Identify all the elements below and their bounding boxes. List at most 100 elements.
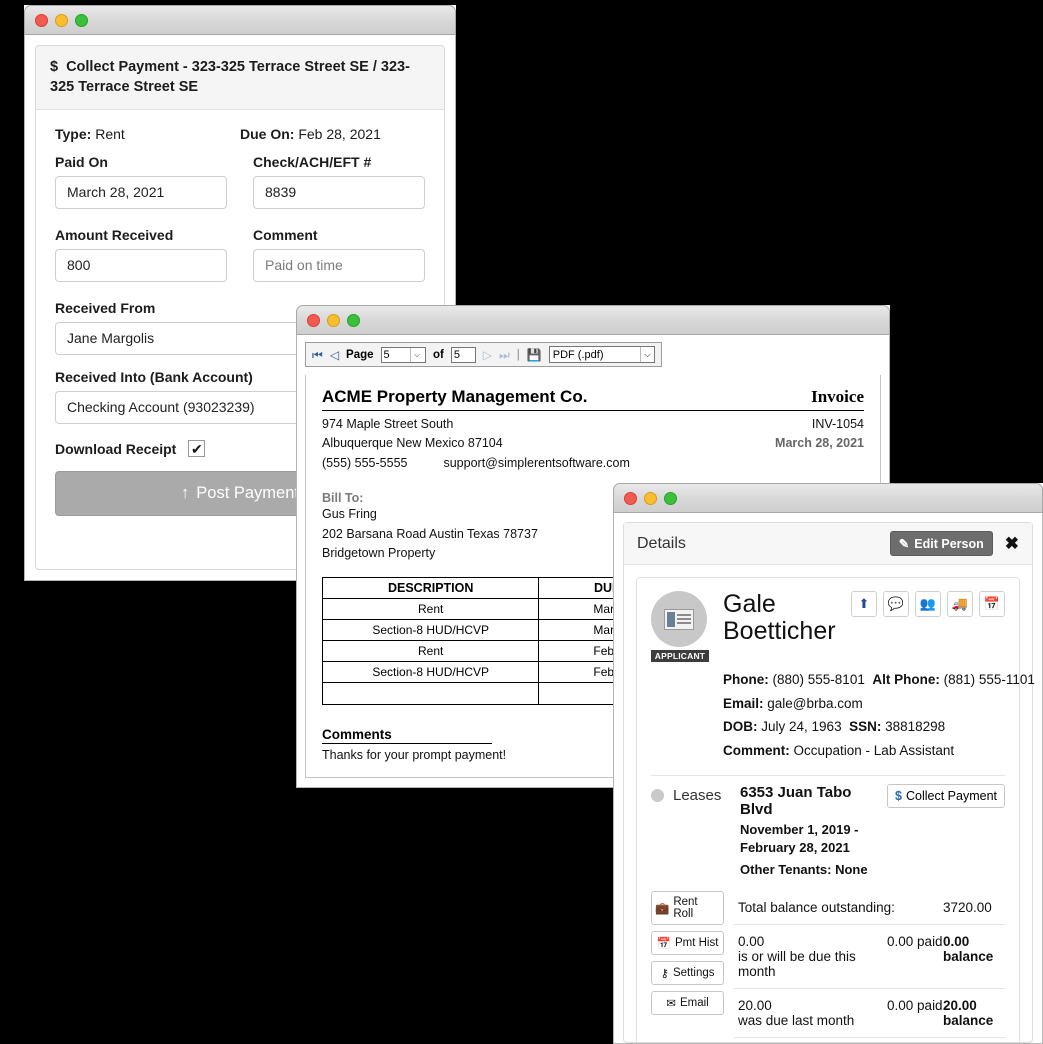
payment-history-label: Pmt Hist xyxy=(674,937,719,950)
person-info: Phone: (880) 555-8101 Alt Phone: (881) 5… xyxy=(723,668,1035,763)
close-window-button[interactable] xyxy=(307,313,320,327)
email-button[interactable]: ✉ Email xyxy=(651,991,724,1016)
rent-roll-button[interactable]: 💼 Rent Roll xyxy=(651,891,724,926)
this-month-balance: 0.00 xyxy=(943,934,970,950)
page-number-value: 5 xyxy=(383,348,390,361)
email-value: gale@brba.com xyxy=(767,695,863,711)
previous-page-icon[interactable]: ◁ xyxy=(330,349,339,361)
due-on-value: Feb 28, 2021 xyxy=(298,126,381,143)
last-month-text: was due last month xyxy=(738,1013,855,1029)
briefcase-icon: 💼 xyxy=(655,903,670,916)
chevron-down-icon[interactable]: ⌵ xyxy=(640,347,654,362)
type-field: Type: Rent xyxy=(55,126,240,142)
person-name: Gale Boetticher xyxy=(723,591,836,662)
collect-payment-button[interactable]: $ Collect Payment xyxy=(887,783,1005,808)
last-month-paid: 0.00 xyxy=(887,998,914,1014)
first-page-icon[interactable]: ⏮ xyxy=(312,349,323,361)
page-number-combo[interactable]: 5 ⌵ xyxy=(380,346,427,363)
close-icon[interactable]: ✖ xyxy=(1005,534,1019,554)
lease-dates: November 1, 2019 - February 28, 2021 xyxy=(740,821,859,856)
comment-icon[interactable]: 💬 xyxy=(883,591,909,617)
invoice-date: March 28, 2021 xyxy=(775,436,864,451)
close-window-button[interactable] xyxy=(624,491,637,505)
last-month-amount: 20.00 xyxy=(738,998,772,1014)
page-title: Details xyxy=(637,534,686,552)
payment-history-button[interactable]: 📅 Pmt Hist xyxy=(651,931,724,956)
avatar-area: APPLICANT xyxy=(651,591,709,662)
person-action-icons: ⬆ 💬 👥 🚚 📅 xyxy=(851,591,1005,617)
truck-icon[interactable]: 🚚 xyxy=(947,591,973,617)
upload-icon[interactable]: ⬆ xyxy=(851,591,877,617)
comment-input[interactable]: Paid on time xyxy=(253,249,425,283)
balance-table: Total balance outstanding: 3720.00 0.00 … xyxy=(734,891,1005,1043)
window-controls[interactable] xyxy=(624,491,677,505)
last-month-paid-cell: 0.00 paid xyxy=(887,998,943,1028)
rent-roll-label: Rent Roll xyxy=(673,896,698,921)
export-format-select[interactable]: PDF (.pdf) ⌵ xyxy=(548,346,655,363)
phone-value: (880) 555-8101 xyxy=(772,672,865,687)
last-month-paid-label: paid xyxy=(917,998,943,1014)
due-on-field: Due On: Feb 28, 2021 xyxy=(240,126,425,142)
download-receipt-checkbox[interactable]: ✔ xyxy=(188,440,206,458)
paid-on-input[interactable]: March 28, 2021 xyxy=(55,176,227,210)
invoice-meta: INV-1054 March 28, 2021 xyxy=(775,415,864,473)
window-titlebar[interactable] xyxy=(613,483,1043,513)
desktop-background: $ Collect Payment - 323-325 Terrace Stree… xyxy=(0,0,1043,1044)
chevron-down-icon[interactable]: ⌵ xyxy=(410,347,423,362)
collect-payment-title: Collect Payment - 323-325 Terrace Street… xyxy=(50,59,410,95)
total-balance-value: 3720.00 xyxy=(943,900,992,916)
window-titlebar[interactable] xyxy=(24,5,456,35)
maximize-window-button[interactable] xyxy=(75,13,88,27)
maximize-window-button[interactable] xyxy=(347,313,360,327)
window-titlebar[interactable] xyxy=(296,305,890,335)
email-line: Email: gale@brba.com xyxy=(723,692,1005,716)
group-icon[interactable]: 👥 xyxy=(915,591,941,617)
lease-address: 6353 Juan Tabo Blvd xyxy=(740,783,852,818)
next-page-icon[interactable]: ▷ xyxy=(483,349,492,361)
phone-label: Phone: xyxy=(723,672,769,687)
minimize-window-button[interactable] xyxy=(55,13,68,27)
alt-phone-label: Alt Phone: xyxy=(872,672,940,687)
window-controls[interactable] xyxy=(35,13,88,27)
this-month-balance-cell: 0.00 balance xyxy=(943,934,1003,979)
settings-label: Settings xyxy=(672,967,715,980)
check-number-input[interactable]: 8839 xyxy=(253,176,425,210)
amount-received-input[interactable]: 800 xyxy=(55,249,227,283)
amount-received-label: Amount Received xyxy=(55,227,174,244)
export-format-value: PDF (.pdf) xyxy=(552,348,604,361)
window-controls[interactable] xyxy=(307,313,360,327)
maximize-window-button[interactable] xyxy=(664,491,677,505)
calendar-icon[interactable]: 📅 xyxy=(979,591,1005,617)
check-number-label: Check/ACH/EFT # xyxy=(253,154,372,171)
invoice-meta-row: 974 Maple Street South Albuquerque New M… xyxy=(322,415,864,473)
this-month-row: 0.00 is or will be due this month 0.00 p… xyxy=(734,924,1005,988)
details-header: Details ✎ Edit Person ✖ xyxy=(624,523,1032,565)
last-page-icon[interactable]: ⏭ xyxy=(499,349,510,361)
last-month-balance-label: balance xyxy=(943,1013,994,1029)
paid-on-label: Paid On xyxy=(55,154,108,171)
post-payment-label: Post Payment xyxy=(196,484,299,503)
last-month-balance-cell: 20.00 balance xyxy=(943,998,1003,1028)
email-label: Email: xyxy=(723,695,764,711)
minimize-window-button[interactable] xyxy=(327,313,340,327)
comments-heading: Comments xyxy=(322,727,492,745)
cell-empty xyxy=(321,682,540,706)
due-on-label: Due On: xyxy=(240,126,295,143)
collect-payment-header: $ Collect Payment - 323-325 Terrace Stree… xyxy=(36,46,444,111)
edit-icon: ✎ xyxy=(898,537,910,551)
phone-line: Phone: (880) 555-8101 Alt Phone: (881) 5… xyxy=(723,668,1035,692)
invoice-heading: Invoice xyxy=(811,387,864,406)
of-label: of xyxy=(433,348,444,361)
dollar-icon: $ xyxy=(895,788,902,803)
this-month-text: is or will be due this month xyxy=(738,949,856,980)
total-pages-input[interactable]: 5 xyxy=(450,346,476,363)
edit-person-button[interactable]: ✎ Edit Person xyxy=(889,531,993,556)
close-window-button[interactable] xyxy=(35,13,48,27)
person-card-header: APPLICANT Gale Boetticher ⬆ 💬 👥 🚚 📅 xyxy=(651,591,1005,662)
save-icon[interactable]: 💾 xyxy=(527,348,542,362)
person-comment-value: Occupation - Lab Assistant xyxy=(793,742,955,758)
cell-description: Rent xyxy=(321,640,540,663)
total-balance-row: Total balance outstanding: 3720.00 xyxy=(734,891,1005,924)
settings-button[interactable]: ⚷ Settings xyxy=(651,961,724,986)
minimize-window-button[interactable] xyxy=(644,491,657,505)
